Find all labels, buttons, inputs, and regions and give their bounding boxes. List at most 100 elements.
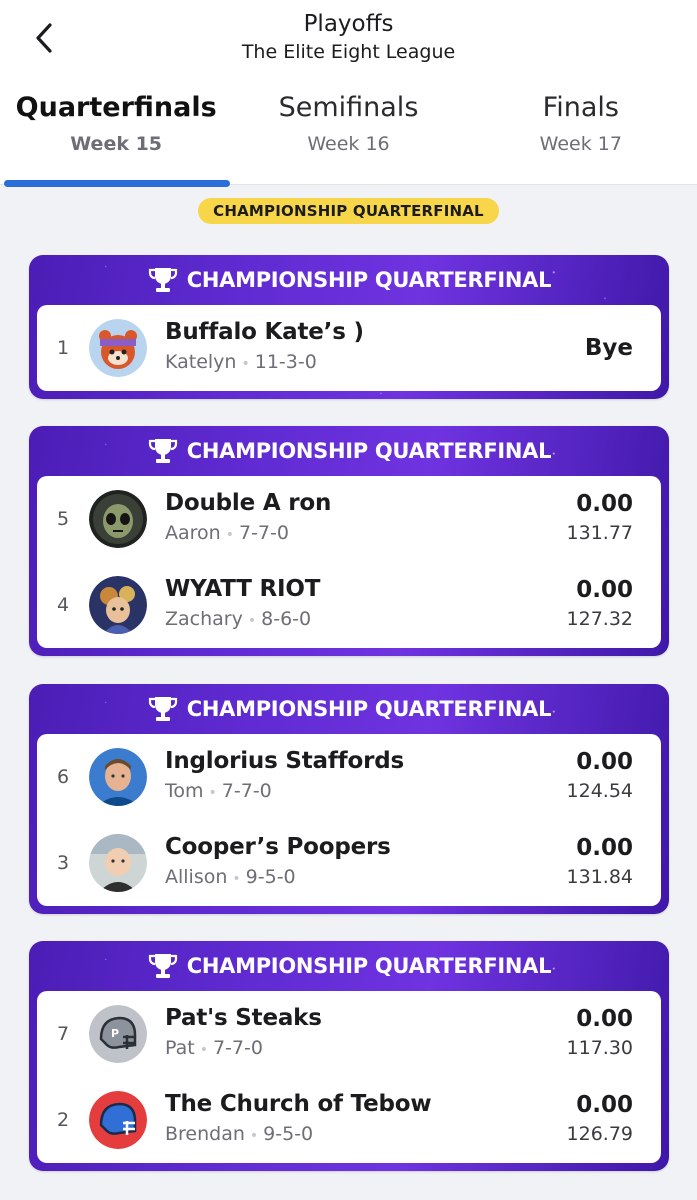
- team-row[interactable]: 2 The Church of Tebow Brendan • 9-5-0 0.00…: [37, 1077, 661, 1163]
- baby-photo-avatar: [89, 834, 147, 892]
- seed: 5: [56, 508, 70, 530]
- team-score: 0.00: [576, 1092, 633, 1118]
- header: Playoffs The Elite Eight League Quarterf…: [0, 0, 697, 187]
- team-row[interactable]: 1 Buffalo Kate’s ) Katelyn • 11-3-0 Bye: [37, 305, 661, 391]
- team-row[interactable]: 4 WYATT RIOT Zachary • 8-6-0 0.00 127.32: [37, 562, 661, 648]
- matchup-header: CHAMPIONSHIP QUARTERFINAL: [29, 255, 669, 305]
- matchup-body: 6 Inglorius Staffords Tom • 7-7-0 0.00 124…: [37, 734, 661, 906]
- matchup-label: CHAMPIONSHIP QUARTERFINAL: [186, 954, 552, 978]
- team-row[interactable]: 6 Inglorius Staffords Tom • 7-7-0 0.00 124…: [37, 734, 661, 820]
- team-meta: Tom • 7-7-0: [165, 776, 567, 808]
- team-score: 0.00: [576, 577, 633, 603]
- tab-week: Week 15: [70, 133, 163, 155]
- team-meta: Katelyn • 11-3-0: [165, 347, 585, 379]
- projected-score: 131.77: [566, 522, 633, 544]
- separator-dot: •: [247, 613, 257, 629]
- team-record: 9-5-0: [263, 1123, 314, 1145]
- tab-week: Week 16: [307, 133, 390, 155]
- team-name: WYATT RIOT: [165, 576, 321, 602]
- separator-dot: •: [241, 356, 250, 372]
- separator-dot: •: [225, 527, 234, 543]
- trophy-icon: [148, 439, 177, 463]
- matchup-header: CHAMPIONSHIP QUARTERFINAL: [29, 426, 669, 476]
- matchup-body: 7 P Pat's Steaks Pat • 7-7-0 0.00 117.30 2…: [37, 991, 661, 1163]
- separator-dot: •: [249, 1128, 259, 1144]
- tab-quarterfinals[interactable]: Quarterfinals Week 15: [0, 88, 232, 187]
- tab-finals[interactable]: Finals Week 17: [465, 88, 697, 185]
- owner-name: Zachary: [165, 608, 243, 630]
- svg-text:P: P: [111, 1027, 119, 1040]
- trophy-icon: [148, 697, 177, 721]
- separator-dot: •: [199, 1042, 208, 1058]
- alien-avatar: [89, 490, 147, 548]
- trophy-icon: [148, 954, 177, 978]
- red-panda-avatar: [89, 319, 147, 377]
- team-info: WYATT RIOT Zachary • 8-6-0: [165, 574, 567, 636]
- team-row[interactable]: 7 P Pat's Steaks Pat • 7-7-0 0.00 117.30: [37, 991, 661, 1077]
- tab-semifinals[interactable]: Semifinals Week 16: [232, 88, 464, 185]
- page-title: Playoffs: [303, 11, 394, 37]
- team-score: 0.00: [576, 749, 633, 775]
- owner-name: Aaron: [165, 522, 221, 544]
- bye-label: Bye: [584, 335, 633, 361]
- team-scores: 0.00 131.77: [567, 490, 633, 548]
- matchup-card[interactable]: CHAMPIONSHIP QUARTERFINAL 1 Buffalo Kate…: [29, 255, 669, 399]
- round-tabs: Quarterfinals Week 15 Semifinals Week 16…: [0, 88, 697, 187]
- matchup-header: CHAMPIONSHIP QUARTERFINAL: [29, 941, 669, 991]
- owner-name: Pat: [165, 1037, 195, 1059]
- team-scores: 0.00 126.79: [567, 1091, 633, 1149]
- owner-name: Tom: [165, 780, 204, 802]
- tab-label: Finals: [542, 92, 619, 123]
- team-record: 7-7-0: [212, 1037, 263, 1059]
- matchup-label: CHAMPIONSHIP QUARTERFINAL: [186, 697, 552, 721]
- team-info: Pat's Steaks Pat • 7-7-0: [165, 1003, 567, 1065]
- matchup-label: CHAMPIONSHIP QUARTERFINAL: [186, 439, 552, 463]
- round-pill: CHAMPIONSHIP QUARTERFINAL: [198, 198, 499, 224]
- separator-dot: •: [232, 871, 241, 887]
- team-record: 7-7-0: [238, 522, 289, 544]
- team-record: 11-3-0: [254, 351, 317, 373]
- team-name: Cooper’s Poopers: [165, 834, 391, 860]
- team-scores: 0.00 131.84: [567, 834, 633, 892]
- owner-name: Katelyn: [165, 351, 237, 373]
- team-row[interactable]: 3 Cooper’s Poopers Allison • 9-5-0 0.00 13…: [37, 820, 661, 906]
- gray-helmet-avatar: P: [89, 1005, 147, 1063]
- team-record: 7-7-0: [221, 780, 272, 802]
- team-name: Buffalo Kate’s ): [165, 319, 364, 345]
- team-scores: 0.00 127.32: [567, 576, 633, 634]
- matchup-body: 5 Double A ron Aaron • 7-7-0 0.00 131.77 4…: [37, 476, 661, 648]
- team-score: 0.00: [576, 1006, 633, 1032]
- team-meta: Zachary • 8-6-0: [165, 604, 567, 636]
- team-info: Buffalo Kate’s ) Katelyn • 11-3-0: [165, 317, 585, 379]
- team-info: The Church of Tebow Brendan • 9-5-0: [165, 1089, 567, 1151]
- league-name: The Elite Eight League: [241, 41, 456, 63]
- team-meta: Brendan • 9-5-0: [165, 1119, 567, 1151]
- character-avatar: [89, 576, 147, 634]
- projected-score: 131.84: [566, 866, 633, 888]
- matchup-header: CHAMPIONSHIP QUARTERFINAL: [29, 684, 669, 734]
- header-titles: Playoffs The Elite Eight League: [0, 10, 697, 66]
- team-info: Inglorius Staffords Tom • 7-7-0: [165, 746, 567, 808]
- matchup-card[interactable]: CHAMPIONSHIP QUARTERFINAL 6 Inglorius St…: [29, 684, 669, 914]
- team-name: The Church of Tebow: [165, 1091, 432, 1117]
- projected-score: 117.30: [566, 1037, 633, 1059]
- round-pill-wrap: CHAMPIONSHIP QUARTERFINAL: [0, 198, 697, 224]
- team-meta: Aaron • 7-7-0: [165, 518, 567, 550]
- team-meta: Allison • 9-5-0: [165, 862, 567, 894]
- team-info: Cooper’s Poopers Allison • 9-5-0: [165, 832, 567, 894]
- projected-score: 126.79: [566, 1123, 633, 1145]
- matchup-card[interactable]: CHAMPIONSHIP QUARTERFINAL 5 Double A ron…: [29, 426, 669, 656]
- matchup-card[interactable]: CHAMPIONSHIP QUARTERFINAL 7 P Pat's Stea…: [29, 941, 669, 1171]
- team-name: Inglorius Staffords: [165, 748, 404, 774]
- seed: 4: [56, 594, 70, 616]
- seed: 1: [56, 337, 70, 359]
- active-tab-indicator: [4, 180, 230, 187]
- team-row[interactable]: 5 Double A ron Aaron • 7-7-0 0.00 131.77: [37, 476, 661, 562]
- seed: 3: [56, 852, 70, 874]
- seed: 6: [56, 766, 70, 788]
- projected-score: 127.32: [566, 608, 633, 630]
- matchup-label: CHAMPIONSHIP QUARTERFINAL: [186, 268, 552, 292]
- tab-label: Semifinals: [278, 92, 419, 123]
- team-name: Pat's Steaks: [165, 1005, 322, 1031]
- tab-label: Quarterfinals: [15, 92, 217, 123]
